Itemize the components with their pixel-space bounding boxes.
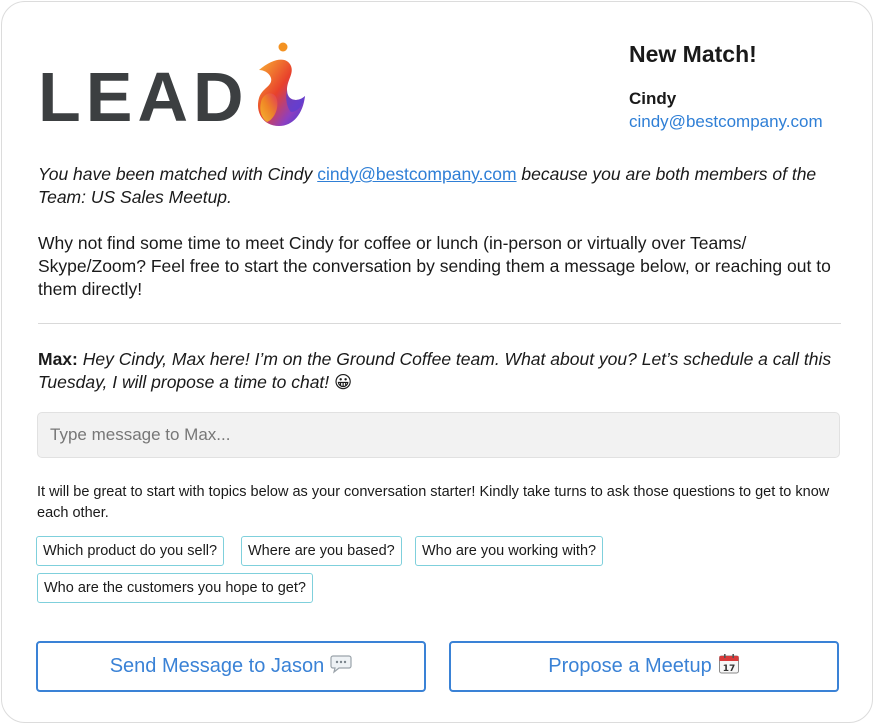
calendar-icon: 17 xyxy=(718,653,740,681)
svg-text:17: 17 xyxy=(722,664,735,674)
match-name: Cindy xyxy=(629,89,677,108)
topic-chip[interactable]: Who are the customers you hope to get? xyxy=(37,573,313,603)
send-message-label: Send Message to Jason xyxy=(109,655,325,677)
match-email-link[interactable]: cindy@bestcompany.com xyxy=(629,110,859,134)
propose-meetup-label: Propose a Meetup xyxy=(548,655,712,677)
intro-paragraph-2: Why not find some time to meet Cindy for… xyxy=(38,233,831,299)
topic-chip[interactable]: Which product do you sell? xyxy=(36,536,225,566)
intro-email-link[interactable]: cindy@bestcompany.com xyxy=(317,164,516,184)
intro-text: You have been matched with Cindy cindy@b… xyxy=(38,163,843,301)
match-header: New Match! Cindy cindy@bestcompany.com xyxy=(629,40,859,134)
topic-chip[interactable]: Where are you based? xyxy=(241,536,402,566)
lead-logo: LEAD xyxy=(38,40,309,136)
logo-mark-icon xyxy=(257,42,305,127)
propose-meetup-button[interactable]: Propose a Meetup 17 xyxy=(449,641,839,692)
send-message-button[interactable]: Send Message to Jason xyxy=(36,641,426,692)
match-card: LEAD New Match! Cindy cindy@bestcompany.… xyxy=(1,1,873,723)
message-text: Hey Cindy, Max here! I’m on the Ground C… xyxy=(38,349,832,392)
logo-text: LEAD xyxy=(38,58,249,136)
match-title: New Match! xyxy=(629,41,757,67)
divider xyxy=(38,323,841,324)
message-input[interactable] xyxy=(37,412,840,458)
speech-bubble-icon xyxy=(330,654,352,680)
intro-prefix: You have been matched with Cindy xyxy=(38,164,318,184)
received-message: Max: Hey Cindy, Max here! I’m on the Gro… xyxy=(38,348,850,394)
topic-chip[interactable]: Who are you working with? xyxy=(415,536,604,566)
intro-paragraph-1: You have been matched with Cindy cindy@b… xyxy=(38,163,843,209)
message-sender: Max: xyxy=(38,349,78,369)
topics-hint: It will be great to start with topics be… xyxy=(37,484,830,521)
